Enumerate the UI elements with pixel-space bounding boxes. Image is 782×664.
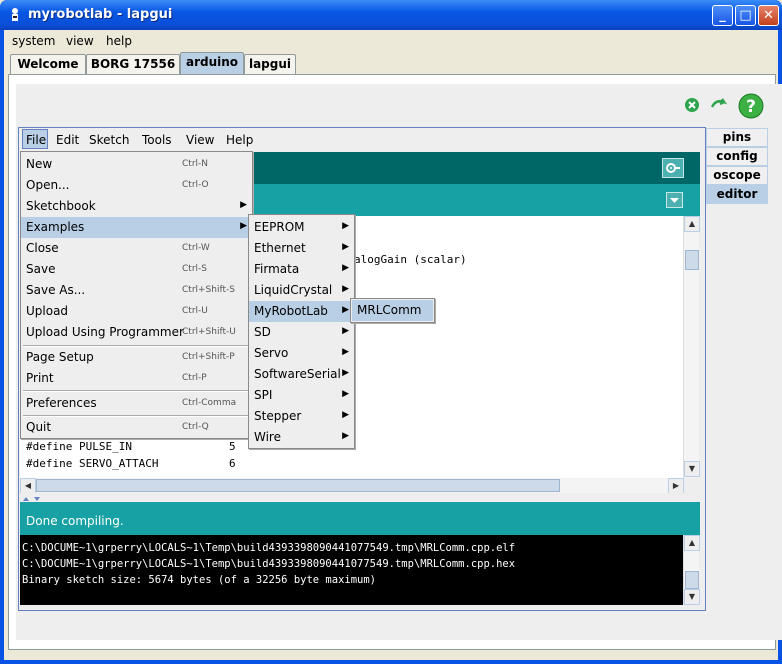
app-icon xyxy=(12,8,18,21)
menu-item-firmata[interactable]: Firmata ▶ xyxy=(249,259,354,280)
window-title: myrobotlab - lapgui xyxy=(28,7,173,22)
menu-item-examples[interactable]: Examples ▶ xyxy=(21,217,252,238)
submenu-arrow-icon: ▶ xyxy=(342,284,349,294)
scroll-right-icon[interactable]: ▶ xyxy=(668,478,684,494)
submenu-arrow-icon: ▶ xyxy=(342,305,349,315)
editor-menu-sketch[interactable]: Sketch xyxy=(89,133,129,147)
submenu-arrow-icon: ▶ xyxy=(342,389,349,399)
menu-item-sd[interactable]: SD ▶ xyxy=(249,322,354,343)
editor-horizontal-scrollbar[interactable]: ◀ ▶ xyxy=(20,478,684,494)
editor-menu-help[interactable]: Help xyxy=(226,133,253,147)
menu-item-upload-programmer[interactable]: Upload Using Programmer Ctrl+Shift-U xyxy=(21,322,252,343)
console-line: Binary sketch size: 5674 bytes (of a 322… xyxy=(22,574,377,586)
submenu-arrow-icon: ▶ xyxy=(342,221,349,231)
status-text: Done compiling. xyxy=(26,514,124,528)
scroll-down-icon[interactable]: ▼ xyxy=(684,461,700,477)
file-menu: New Ctrl-N Open... Ctrl-O Sketchbook ▶ Exam… xyxy=(20,151,253,439)
code-line: #define SERVO_ATTACH xyxy=(26,457,159,470)
detach-icon[interactable] xyxy=(710,97,728,111)
tab-menu-button[interactable] xyxy=(666,192,683,208)
scroll-thumb[interactable] xyxy=(685,250,699,270)
editor-vertical-scrollbar[interactable]: ▲ ▼ xyxy=(683,216,700,478)
submenu-arrow-icon: ▶ xyxy=(342,410,349,420)
console-line: C:\DOCUME~1\grperry\LOCALS~1\Temp\build4… xyxy=(22,542,516,554)
menu-item-ethernet[interactable]: Ethernet ▶ xyxy=(249,238,354,259)
submenu-arrow-icon: ▶ xyxy=(240,200,247,210)
tab-pins[interactable]: pins xyxy=(706,128,768,147)
hscroll-thumb[interactable] xyxy=(36,479,560,492)
menu-item-spi[interactable]: SPI ▶ xyxy=(249,385,354,406)
svg-text:?: ? xyxy=(746,97,756,117)
editor-menu-edit[interactable]: Edit xyxy=(56,133,79,147)
myrobotlab-menu: MRLComm xyxy=(350,298,435,323)
tab-borg[interactable]: BORG 17556 xyxy=(86,54,180,74)
submenu-arrow-icon: ▶ xyxy=(342,242,349,252)
menu-item-save-as[interactable]: Save As... Ctrl+Shift-S xyxy=(21,280,252,301)
serial-monitor-button[interactable] xyxy=(662,158,684,178)
magnifier-icon xyxy=(666,163,680,173)
maximize-button[interactable]: □ xyxy=(735,5,756,26)
tab-lapgui[interactable]: lapgui xyxy=(244,54,296,74)
menu-item-quit[interactable]: Quit Ctrl-Q xyxy=(21,417,252,438)
menu-item-upload[interactable]: Upload Ctrl-U xyxy=(21,301,252,322)
editor-menu-file[interactable]: File xyxy=(26,133,46,147)
stop-icon[interactable] xyxy=(684,97,700,113)
menu-item-save[interactable]: Save Ctrl-S xyxy=(21,259,252,280)
minimize-button[interactable]: _ xyxy=(712,5,733,26)
triangle-down-icon xyxy=(670,198,679,203)
menu-item-myrobotlab[interactable]: MyRobotLab ▶ xyxy=(249,301,354,322)
service-tabs: Welcome BORG 17556 arduino lapgui xyxy=(4,52,778,75)
menu-item-softwareserial[interactable]: SoftwareSerial ▶ xyxy=(249,364,354,385)
code-line: #define PULSE_IN xyxy=(26,440,132,453)
console-output: C:\DOCUME~1\grperry\LOCALS~1\Temp\build4… xyxy=(20,535,684,605)
submenu-arrow-icon: ▶ xyxy=(342,347,349,357)
editor-menu-tools[interactable]: Tools xyxy=(142,133,172,147)
tab-editor[interactable]: editor xyxy=(706,185,768,204)
menu-item-mrlcomm[interactable]: MRLComm xyxy=(352,300,433,321)
scroll-left-icon[interactable]: ◀ xyxy=(20,478,36,494)
splitter[interactable] xyxy=(20,493,700,502)
code-value: 5 xyxy=(229,440,236,453)
menu-item-close[interactable]: Close Ctrl-W xyxy=(21,238,252,259)
main-menubar: system view help xyxy=(4,30,778,52)
scroll-up-icon[interactable]: ▲ xyxy=(684,535,700,551)
scroll-up-icon[interactable]: ▲ xyxy=(684,216,700,232)
code-value: 6 xyxy=(229,457,236,470)
status-bar: Done compiling. xyxy=(20,502,700,535)
tab-arduino[interactable]: arduino xyxy=(180,52,244,74)
menu-item-sketchbook[interactable]: Sketchbook ▶ xyxy=(21,196,252,217)
menu-view[interactable]: view xyxy=(66,34,94,48)
menu-item-servo[interactable]: Servo ▶ xyxy=(249,343,354,364)
title-bar[interactable]: myrobotlab - lapgui _ □ ✕ xyxy=(0,0,782,30)
menu-item-eeprom[interactable]: EEPROM ▶ xyxy=(249,217,354,238)
examples-menu: EEPROM ▶ Ethernet ▶ Firmata ▶ LiquidCrystal… xyxy=(248,214,355,449)
menu-item-print[interactable]: Print Ctrl-P xyxy=(21,368,252,389)
code-fragment: alogGain (scalar) xyxy=(354,253,467,266)
menu-item-liquidcrystal[interactable]: LiquidCrystal ▶ xyxy=(249,280,354,301)
tab-oscope[interactable]: oscope xyxy=(706,166,768,185)
menu-item-preferences[interactable]: Preferences Ctrl-Comma xyxy=(21,393,252,414)
close-button[interactable]: ✕ xyxy=(758,5,779,26)
menu-item-new[interactable]: New Ctrl-N xyxy=(21,154,252,175)
submenu-arrow-icon: ▶ xyxy=(342,263,349,273)
help-icon[interactable]: ? xyxy=(738,93,764,119)
console-line: C:\DOCUME~1\grperry\LOCALS~1\Temp\build4… xyxy=(22,558,516,570)
menu-item-open[interactable]: Open... Ctrl-O xyxy=(21,175,252,196)
console-vertical-scrollbar[interactable]: ▲ ▼ xyxy=(683,535,700,605)
scroll-down-icon[interactable]: ▼ xyxy=(684,589,700,605)
menu-item-stepper[interactable]: Stepper ▶ xyxy=(249,406,354,427)
scroll-thumb[interactable] xyxy=(685,571,699,589)
menu-item-page-setup[interactable]: Page Setup Ctrl+Shift-P xyxy=(21,347,252,368)
tab-welcome[interactable]: Welcome xyxy=(10,54,86,74)
submenu-arrow-icon: ▶ xyxy=(342,326,349,336)
menu-system[interactable]: system xyxy=(12,34,55,48)
menu-separator xyxy=(23,390,250,392)
editor-menu-view[interactable]: View xyxy=(186,133,214,147)
tab-config[interactable]: config xyxy=(706,147,768,166)
submenu-arrow-icon: ▶ xyxy=(240,221,247,231)
submenu-arrow-icon: ▶ xyxy=(342,368,349,378)
menu-help[interactable]: help xyxy=(106,34,132,48)
submenu-arrow-icon: ▶ xyxy=(342,431,349,441)
menu-item-wire[interactable]: Wire ▶ xyxy=(249,427,354,448)
